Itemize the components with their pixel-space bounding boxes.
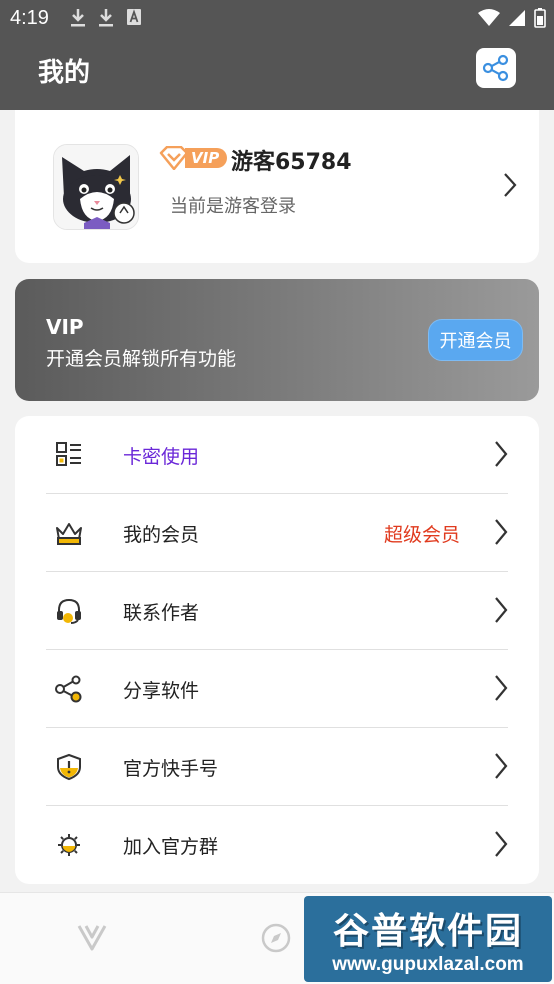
login-status: 当前是游客登录	[170, 196, 296, 217]
menu-item-share-app[interactable]: 分享软件	[46, 650, 508, 728]
battery-icon	[534, 8, 546, 28]
watermark-url: www.gupuxlazal.com	[332, 954, 524, 975]
watermark-logo: 谷普软件园 www.gupuxlazal.com	[304, 896, 552, 982]
page-title: 我的	[38, 58, 91, 88]
menu-item-join-group[interactable]: 加入官方群	[46, 806, 508, 884]
shield-alert-icon	[57, 753, 81, 781]
wifi-icon	[478, 9, 500, 26]
vip-banner-title: VIP	[46, 315, 84, 339]
crown-icon	[56, 523, 82, 545]
share-icon	[55, 675, 82, 703]
chevron-right-icon	[495, 675, 508, 701]
username: 游客65784	[231, 150, 352, 175]
menu-item-label: 加入官方群	[123, 836, 219, 858]
vip-tag: VIP	[185, 148, 228, 168]
avatar[interactable]	[53, 144, 139, 230]
menu-list: 卡密使用 我的会员 超级会员 联系作者 分享软件 官方快手号 加入官方群	[15, 416, 539, 884]
menu-item-my-membership[interactable]: 我的会员 超级会员	[46, 494, 508, 572]
vip-badge: VIP	[159, 146, 228, 170]
chevron-right-icon	[504, 173, 517, 197]
menu-item-official-kuaishou[interactable]: 官方快手号	[46, 728, 508, 806]
home-v-icon	[77, 925, 107, 951]
share-button[interactable]	[476, 48, 516, 88]
chevron-right-icon	[495, 753, 508, 779]
chevron-right-icon	[495, 441, 508, 467]
menu-item-label: 官方快手号	[123, 758, 219, 780]
share-icon	[482, 54, 509, 82]
nav-tab-discover[interactable]	[261, 923, 291, 957]
download-icon	[71, 9, 85, 27]
status-time: 4:19	[10, 7, 49, 29]
open-membership-button[interactable]: 开通会员	[428, 319, 523, 361]
status-bar: 4:19	[0, 0, 554, 36]
vip-banner-subtitle: 开通会员解锁所有功能	[46, 348, 237, 370]
qr-code-icon	[56, 442, 81, 466]
signal-icon	[509, 10, 525, 26]
menu-item-label: 联系作者	[123, 602, 200, 624]
gear-icon	[58, 834, 80, 856]
nav-tab-home[interactable]	[77, 923, 107, 955]
menu-item-card-code[interactable]: 卡密使用	[46, 416, 508, 494]
app-bar: 我的	[0, 36, 554, 110]
vip-banner[interactable]: VIP 开通会员解锁所有功能 开通会员	[15, 279, 539, 401]
font-icon	[127, 9, 141, 25]
chevron-right-icon	[495, 597, 508, 623]
watermark-title: 谷普软件园	[332, 911, 523, 952]
menu-item-label: 卡密使用	[123, 446, 200, 468]
chevron-right-icon	[495, 519, 508, 545]
compass-icon	[261, 923, 291, 953]
status-notification-icons	[70, 8, 142, 28]
headset-icon	[57, 598, 81, 624]
chevron-right-icon	[495, 831, 508, 857]
menu-item-label: 分享软件	[123, 680, 200, 702]
profile-card[interactable]: VIP 游客65784 当前是游客登录	[15, 110, 539, 263]
membership-level-value: 超级会员	[383, 524, 460, 546]
cat-avatar-image	[54, 145, 138, 229]
download-icon	[99, 9, 113, 27]
status-system-icons	[478, 8, 546, 28]
menu-item-label: 我的会员	[123, 524, 200, 546]
menu-item-contact-author[interactable]: 联系作者	[46, 572, 508, 650]
